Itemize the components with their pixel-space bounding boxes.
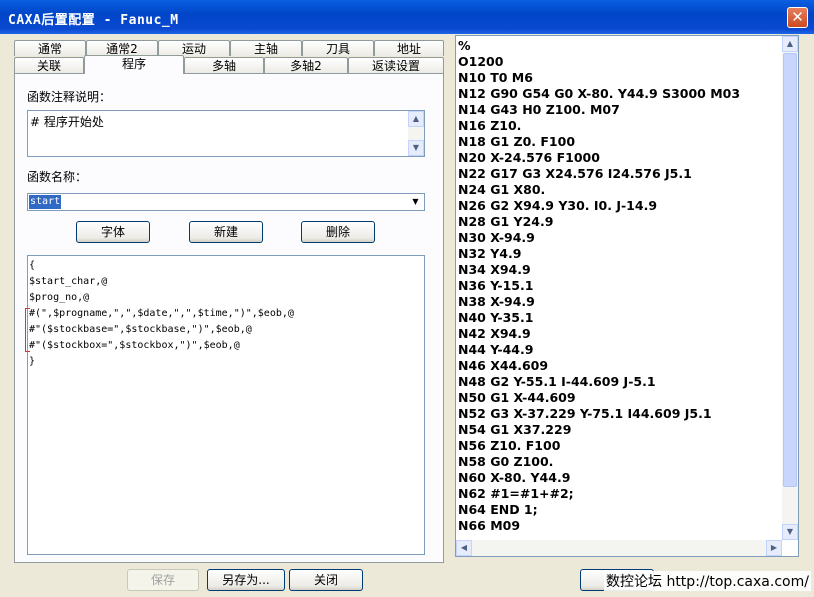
function-body-code: { $start_char,@ $prog_no,@ #(",$progname… bbox=[29, 258, 294, 370]
code-line: $prog_no,@ bbox=[29, 292, 90, 303]
scroll-down-icon[interactable]: ▼ bbox=[408, 140, 424, 156]
comment-textarea[interactable]: # 程序开始处 ▲ ▼ bbox=[27, 110, 425, 157]
nc-line: N26 G2 X94.9 Y30. I0. J-14.9 bbox=[458, 198, 658, 213]
nc-line: N52 G3 X-37.229 Y-75.1 I44.609 J5.1 bbox=[458, 406, 712, 421]
code-line: } bbox=[29, 356, 36, 367]
scroll-up-icon[interactable]: ▲ bbox=[782, 36, 798, 52]
nc-line: N30 X-94.9 bbox=[458, 230, 535, 245]
close-window-button[interactable]: ✕ bbox=[787, 7, 808, 28]
nc-line: N66 M09 bbox=[458, 518, 521, 533]
nc-line: N54 G1 X37.229 bbox=[458, 422, 572, 437]
scroll-up-icon[interactable]: ▲ bbox=[408, 111, 424, 127]
tab-multiaxis2[interactable]: 多轴2 bbox=[264, 57, 348, 73]
code-line: $start_char,@ bbox=[29, 276, 108, 287]
save-button[interactable]: 保存 bbox=[127, 569, 199, 591]
nc-line: N12 G90 G54 G0 X-80. Y44.9 S3000 M03 bbox=[458, 86, 741, 101]
tab-spindle[interactable]: 主轴 bbox=[230, 40, 302, 56]
nc-horizontal-scrollbar[interactable]: ◀ ▶ bbox=[456, 540, 782, 556]
tab-label: 刀具 bbox=[325, 42, 350, 56]
function-name-label: 函数名称： bbox=[27, 170, 88, 184]
window-title: CAXA后置配置 - Fanuc_M bbox=[8, 13, 179, 28]
comment-text: # 程序开始处 bbox=[30, 115, 104, 129]
nc-line: N58 G0 Z100. bbox=[458, 454, 554, 469]
tab-readback-settings[interactable]: 返读设置 bbox=[348, 57, 444, 73]
tab-relation[interactable]: 关联 bbox=[14, 57, 84, 73]
scroll-right-icon[interactable]: ▶ bbox=[766, 540, 782, 556]
tab-label: 地址 bbox=[396, 42, 421, 56]
function-name-value: start bbox=[29, 195, 62, 209]
chevron-down-icon[interactable]: ▼ bbox=[408, 195, 423, 209]
nc-line: N36 Y-15.1 bbox=[458, 278, 534, 293]
nc-line: N42 X94.9 bbox=[458, 326, 531, 341]
nc-line: N46 X44.609 bbox=[458, 358, 549, 373]
tab-motion[interactable]: 运动 bbox=[158, 40, 230, 56]
watermark: 数控论坛 http://top.caxa.com/ bbox=[604, 571, 811, 591]
close-button[interactable]: 关闭 bbox=[289, 569, 363, 591]
tab-label: 通常 bbox=[37, 42, 62, 56]
function-name-select[interactable]: start ▼ bbox=[27, 193, 425, 211]
tab-label: 关联 bbox=[36, 59, 61, 73]
nc-line: N56 Z10. F100 bbox=[458, 438, 561, 453]
tab-label: 多轴 bbox=[211, 59, 236, 73]
nc-line: N22 G17 G3 X24.576 I24.576 J5.1 bbox=[458, 166, 692, 181]
tab-row-bottom: 关联 程序 多轴 多轴2 返读设置 bbox=[14, 55, 444, 74]
nc-line: N64 END 1; bbox=[458, 502, 538, 517]
nc-line: N18 G1 Z0. F100 bbox=[458, 134, 576, 149]
font-button[interactable]: 字体 bbox=[76, 221, 150, 243]
comment-scrollbar[interactable]: ▲ ▼ bbox=[408, 111, 424, 156]
nc-line: N50 G1 X-44.609 bbox=[458, 390, 576, 405]
tab-row-top: 通常 通常2 运动 主轴 刀具 地址 bbox=[14, 40, 444, 56]
nc-line: N32 Y4.9 bbox=[458, 246, 522, 261]
nc-line: N14 G43 H0 Z100. M07 bbox=[458, 102, 620, 117]
tab-general2[interactable]: 通常2 bbox=[86, 40, 158, 56]
scroll-thumb[interactable] bbox=[783, 53, 797, 487]
tab-label: 多轴2 bbox=[290, 59, 322, 73]
nc-line: N62 #1=#1+#2; bbox=[458, 486, 574, 501]
delete-button[interactable]: 删除 bbox=[301, 221, 375, 243]
code-line: #"($stockbase=",$stockbase,")",$eob,@ bbox=[29, 324, 252, 335]
nc-vertical-scrollbar[interactable]: ▲ ▼ bbox=[782, 36, 798, 540]
nc-line: N60 X-80. Y44.9 bbox=[458, 470, 571, 485]
code-line: #"($stockbox=",$stockbox,")",$eob,@ bbox=[29, 340, 240, 351]
scroll-down-icon[interactable]: ▼ bbox=[782, 524, 798, 540]
nc-line: O1200 bbox=[458, 54, 504, 69]
scroll-left-icon[interactable]: ◀ bbox=[456, 540, 472, 556]
tab-label: 主轴 bbox=[253, 42, 278, 56]
nc-line: N38 X-94.9 bbox=[458, 294, 535, 309]
tab-address[interactable]: 地址 bbox=[374, 40, 444, 56]
nc-line: N28 G1 Y24.9 bbox=[458, 214, 554, 229]
tab-label: 程序 bbox=[121, 57, 146, 71]
new-button[interactable]: 新建 bbox=[189, 221, 263, 243]
tab-general[interactable]: 通常 bbox=[14, 40, 86, 56]
title-bar: CAXA后置配置 - Fanuc_M ✕ bbox=[0, 0, 814, 34]
tab-label: 运动 bbox=[181, 42, 206, 56]
code-line: { bbox=[29, 260, 36, 271]
code-line: #(",$progname,",",$date,",",$time,")",$e… bbox=[29, 308, 294, 319]
tab-label: 返读设置 bbox=[371, 59, 420, 73]
nc-preview-panel[interactable]: % O1200 N10 T0 M6 N12 G90 G54 G0 X-80. Y44.… bbox=[455, 35, 799, 557]
nc-line: N44 Y-44.9 bbox=[458, 342, 534, 357]
tab-program[interactable]: 程序 bbox=[84, 55, 184, 74]
nc-line: % bbox=[458, 38, 471, 53]
nc-line: N10 T0 M6 bbox=[458, 70, 533, 85]
save-as-button[interactable]: 另存为... bbox=[207, 569, 285, 591]
nc-line: N20 X-24.576 F1000 bbox=[458, 150, 600, 165]
tab-tool[interactable]: 刀具 bbox=[302, 40, 374, 56]
nc-code-list: % O1200 N10 T0 M6 N12 G90 G54 G0 X-80. Y44.… bbox=[458, 38, 740, 534]
nc-line: N40 Y-35.1 bbox=[458, 310, 534, 325]
nc-line: N48 G2 Y-55.1 I-44.609 J-5.1 bbox=[458, 374, 656, 389]
comment-label: 函数注释说明： bbox=[27, 90, 112, 104]
nc-line: N34 X94.9 bbox=[458, 262, 531, 277]
tab-label: 通常2 bbox=[106, 42, 138, 56]
tab-multiaxis[interactable]: 多轴 bbox=[184, 57, 264, 73]
nc-line: N24 G1 X80. bbox=[458, 182, 546, 197]
nc-line: N16 Z10. bbox=[458, 118, 522, 133]
